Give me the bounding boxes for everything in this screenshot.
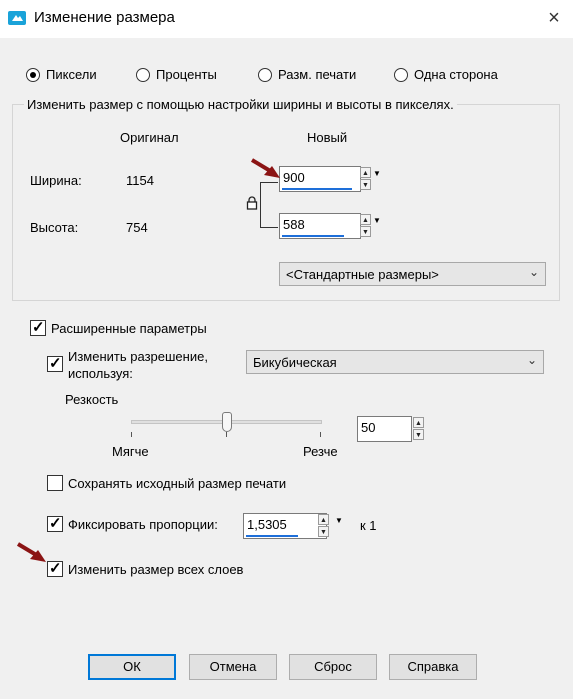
radio-one-side-label: Одна сторона [414, 67, 498, 82]
resample-label-line2: используя: [68, 366, 133, 381]
sharpness-down-icon[interactable]: ▼ [413, 429, 424, 440]
ratio-up-icon[interactable]: ▲ [318, 514, 329, 525]
annotation-arrow-icon [250, 158, 280, 178]
chevron-down-icon: ⌄ [526, 353, 537, 367]
app-icon [8, 11, 26, 25]
reset-button[interactable]: Сброс [289, 654, 377, 680]
ratio-value[interactable]: 1,5305 [247, 517, 287, 532]
lock-ratio-checkbox[interactable] [47, 514, 63, 532]
width-up-icon[interactable]: ▲ [360, 167, 371, 178]
width-unit-dropdown-icon[interactable]: ▼ [372, 167, 382, 191]
close-icon[interactable]: × [540, 5, 568, 31]
height-label: Высота: [30, 220, 79, 235]
width-label: Ширина: [30, 173, 82, 188]
width-spinner[interactable]: 900 ▲ ▼ ▼ [279, 166, 383, 192]
height-spinner[interactable]: 588 ▲ ▼ ▼ [279, 213, 383, 239]
sharpness-label: Резкость [65, 392, 119, 407]
preset-sizes-value: <Стандартные размеры> [286, 267, 439, 282]
sharpness-up-icon[interactable]: ▲ [413, 417, 424, 428]
annotation-arrow-icon [16, 542, 46, 562]
resample-method-dropdown[interactable]: Бикубическая ⌄ [246, 350, 544, 374]
keep-print-size-checkbox[interactable] [47, 475, 63, 491]
resample-label-line1: Изменить разрешение, [68, 349, 208, 364]
width-new-value[interactable]: 900 [283, 170, 305, 185]
radio-percent-label: Проценты [156, 67, 217, 82]
radio-one-side[interactable] [394, 68, 408, 82]
ratio-spinner[interactable]: 1,5305 ▲ ▼ ▼ [243, 513, 345, 539]
resample-method-value: Бикубическая [253, 355, 337, 370]
ratio-suffix: к 1 [360, 518, 377, 533]
all-layers-label: Изменить размер всех слоев [68, 562, 244, 577]
slider-tick [131, 432, 132, 437]
advanced-label: Расширенные параметры [51, 321, 207, 336]
radio-print-size-label: Разм. печати [278, 67, 357, 82]
radio-percent[interactable] [136, 68, 150, 82]
advanced-checkbox[interactable] [30, 318, 46, 336]
height-new-value[interactable]: 588 [283, 217, 305, 232]
pixel-group-legend: Изменить размер с помощью настройки шири… [24, 97, 457, 112]
sharpness-value[interactable]: 50 [361, 420, 375, 435]
chevron-down-icon: ⌄ [528, 265, 539, 279]
window-title: Изменение размера [34, 9, 175, 26]
lock-ratio-label: Фиксировать пропорции: [68, 517, 218, 532]
column-new: Новый [307, 130, 348, 145]
height-up-icon[interactable]: ▲ [360, 214, 371, 225]
ok-button[interactable]: ОК [88, 654, 176, 680]
ratio-down-icon[interactable]: ▼ [318, 526, 329, 537]
column-original: Оригинал [120, 130, 179, 145]
height-original: 754 [126, 220, 148, 235]
lock-icon[interactable] [246, 196, 258, 210]
softer-label: Мягче [112, 444, 149, 459]
sharpness-slider-thumb[interactable] [221, 412, 232, 432]
width-original: 1154 [126, 173, 154, 188]
aspect-link-bracket [260, 182, 278, 228]
slider-tick [320, 432, 321, 437]
radio-print-size[interactable] [258, 68, 272, 82]
all-layers-checkbox[interactable] [47, 559, 63, 577]
slider-tick [226, 432, 227, 437]
radio-pixels[interactable] [26, 68, 40, 82]
help-button[interactable]: Справка [389, 654, 477, 680]
height-unit-dropdown-icon[interactable]: ▼ [372, 214, 382, 238]
sharper-label: Резче [303, 444, 338, 459]
radio-pixels-label: Пиксели [46, 67, 97, 82]
ratio-dropdown-icon[interactable]: ▼ [334, 514, 344, 538]
resample-checkbox[interactable] [47, 354, 63, 372]
sharpness-spinner[interactable]: 50 ▲ ▼ [357, 416, 429, 442]
keep-print-size-label: Сохранять исходный размер печати [68, 476, 287, 491]
preset-sizes-dropdown[interactable]: <Стандартные размеры> ⌄ [279, 262, 546, 286]
width-down-icon[interactable]: ▼ [360, 179, 371, 190]
height-down-icon[interactable]: ▼ [360, 226, 371, 237]
cancel-button[interactable]: Отмена [189, 654, 277, 680]
